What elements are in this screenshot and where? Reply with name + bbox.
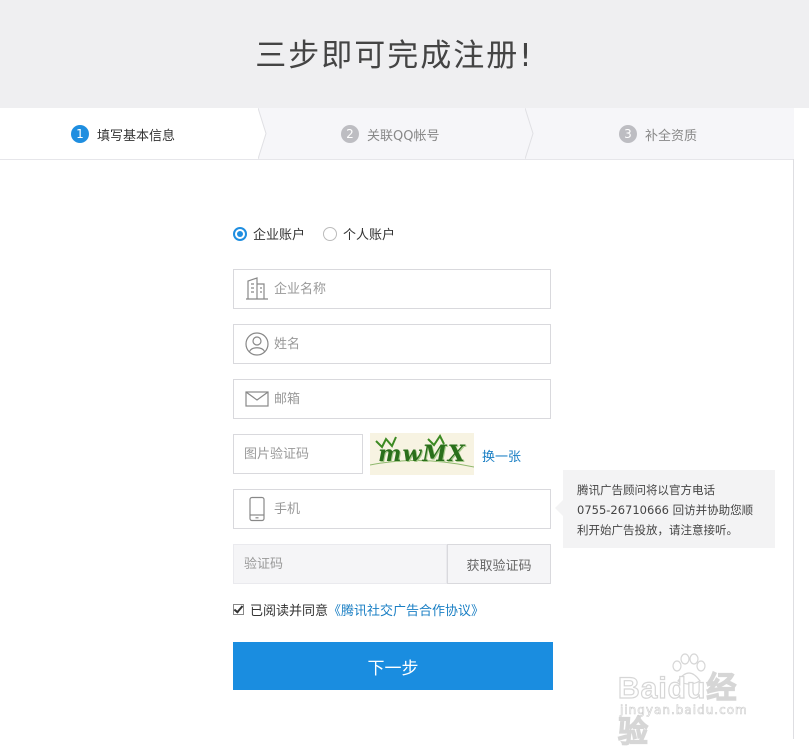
building-icon — [244, 276, 270, 302]
sms-code-input[interactable] — [244, 549, 434, 579]
mail-icon — [244, 386, 270, 412]
step-label: 补全资质 — [645, 128, 698, 144]
agreement-link[interactable]: 《腾讯社交广告合作协议》 — [328, 600, 484, 619]
step-progress-bar: 1 填写基本信息 2 关联QQ帐号 3 补全资质 — [0, 108, 794, 160]
step-label: 关联QQ帐号 — [367, 128, 440, 144]
step-label: 填写基本信息 — [97, 128, 176, 144]
refresh-captcha-link[interactable]: 换一张 — [482, 446, 521, 465]
step-2: 2 关联QQ帐号 — [341, 124, 439, 144]
company-name-field — [233, 269, 551, 309]
agreement-prefix: 已阅读并同意 — [250, 604, 329, 619]
name-field — [233, 324, 551, 364]
header-band: 三步即可完成注册! — [0, 0, 809, 108]
callback-tooltip: 腾讯广告顾问将以官方电话 0755-26710666 回访并协助您顺 利开始广告… — [555, 470, 775, 548]
step-number: 1 — [71, 125, 89, 143]
radio-checked-icon — [233, 226, 247, 241]
content-right-border — [793, 159, 794, 739]
step-3: 3 补全资质 — [619, 124, 697, 144]
email-field — [233, 379, 551, 419]
sms-code-field — [233, 544, 447, 584]
radio-label: 企业账户 — [253, 228, 306, 243]
step-separator — [258, 108, 267, 159]
email-input[interactable] — [274, 384, 514, 414]
tooltip-line: 腾讯广告顾问将以官方电话 — [577, 483, 715, 497]
step-number: 2 — [341, 125, 359, 143]
page-title: 三步即可完成注册! — [255, 38, 534, 74]
phone-field — [233, 489, 551, 529]
company-name-input[interactable] — [274, 274, 514, 304]
sms-code-row: 获取验证码 — [233, 544, 551, 584]
agreement-checkbox[interactable] — [233, 604, 244, 615]
radio-enterprise-account[interactable]: 企业账户 — [233, 224, 305, 243]
captcha-text: mwMX — [378, 441, 466, 467]
name-input[interactable] — [274, 329, 514, 359]
get-code-button[interactable]: 获取验证码 — [447, 544, 551, 584]
phone-icon — [244, 496, 270, 522]
step-separator — [525, 108, 534, 159]
step-number: 3 — [619, 125, 637, 143]
next-step-button[interactable]: 下一步 — [233, 642, 553, 690]
user-icon — [244, 331, 270, 357]
radio-label: 个人账户 — [343, 228, 396, 243]
watermark-url: jingyan.baidu.com — [620, 703, 748, 718]
radio-unchecked-icon — [323, 226, 338, 241]
step-1: 1 填写基本信息 — [71, 124, 175, 144]
tooltip-line: 0755-26710666 回访并协助您顺 — [577, 503, 754, 517]
baidu-jingyan-watermark: Baidu经验 jingyan.baidu.com — [617, 653, 768, 750]
captcha-input[interactable] — [244, 439, 354, 469]
agreement-row: 已阅读并同意 《腾讯社交广告合作协议》 — [233, 600, 484, 619]
captcha-image[interactable]: mwMX — [370, 433, 474, 475]
phone-input[interactable] — [274, 494, 514, 524]
account-type-selector: 企业账户 个人账户 — [233, 224, 413, 243]
radio-personal-account[interactable]: 个人账户 — [323, 224, 395, 243]
tooltip-line: 利开始广告投放，请注意接听。 — [577, 523, 738, 537]
captcha-field — [233, 434, 363, 474]
